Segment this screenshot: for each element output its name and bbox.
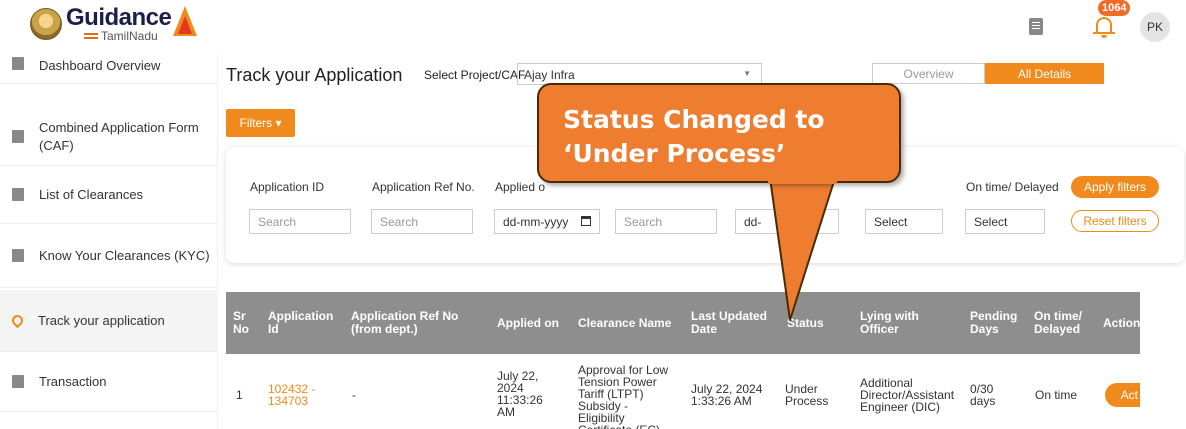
cell-applied-on: July 22, 2024 11:33:26 AM [497, 369, 543, 419]
filter-label-ref-no: Application Ref No. [372, 180, 475, 194]
calendar-icon[interactable] [581, 216, 591, 226]
bell-icon[interactable] [1093, 14, 1115, 38]
guidance-logo[interactable]: Guidance TamilNadu [30, 4, 198, 43]
col-applied-on: Applied on [497, 316, 559, 330]
cell-ref-no: - [352, 388, 356, 402]
avatar[interactable]: PK [1140, 12, 1170, 42]
notification-badge: 1064 [1098, 0, 1131, 16]
cell-officer: Additional Director/Assistant Engineer (… [860, 376, 955, 414]
dashboard-icon [12, 57, 24, 70]
location-pin-icon [9, 312, 26, 329]
page-title: Track your Application [226, 65, 403, 85]
sidebar-item-track[interactable]: Track your application [0, 290, 218, 352]
emblem-icon [30, 8, 62, 40]
sidebar-item-clearances[interactable]: List of Clearances [0, 166, 218, 224]
sidebar-item-dashboard[interactable]: Dashboard Overview [0, 54, 218, 84]
col-officer: Lying with Officer [860, 309, 919, 336]
filter-applied-on-date[interactable]: dd-mm-yyyy [494, 209, 600, 234]
flame-icon [173, 6, 198, 36]
col-action: Action [1103, 317, 1140, 330]
top-header: Guidance TamilNadu 1064 PK [0, 0, 1186, 54]
book-icon [12, 249, 24, 262]
filter-ontime-select[interactable]: Select [965, 209, 1045, 234]
filter-label-app-id: Application ID [250, 180, 325, 194]
reset-filters-button[interactable]: Reset filters [1071, 210, 1159, 232]
callout-line-2: ‘Under Process’ [563, 139, 786, 168]
tab-overview[interactable]: Overview [872, 63, 985, 84]
col-sr-no: Sr No [233, 309, 249, 336]
filter-app-id-input[interactable]: Search [249, 209, 351, 234]
filters-button[interactable]: Filters ▾ [226, 109, 295, 137]
action-button[interactable]: Act [1105, 383, 1140, 407]
cell-status: Under Process [785, 382, 829, 408]
logo-subtitle: TamilNadu [101, 29, 158, 43]
col-pending-days: Pending Days [970, 309, 1018, 336]
col-application-id: Application Id [268, 309, 334, 336]
filter-status-select[interactable]: Select [865, 209, 943, 234]
col-clearance-name: Clearance Name [578, 316, 672, 330]
document-icon [12, 130, 24, 143]
filter-last-updated-date[interactable]: dd- [735, 209, 839, 234]
filter-ref-no-input[interactable]: Search [371, 209, 473, 234]
cell-pending-days: 0/30 days [970, 382, 996, 408]
filter-label-ontime: On time/ Delayed [966, 180, 1059, 194]
logo-title: Guidance [66, 4, 172, 31]
cell-clearance-name: Approval for Low Tension Power Tariff (L… [578, 363, 669, 429]
cell-app-id-link[interactable]: 102432 - 134703 [268, 383, 328, 407]
filter-clearance-input[interactable]: Search [615, 209, 717, 234]
apply-filters-button[interactable]: Apply filters [1071, 176, 1159, 198]
filter-label-applied-on: Applied o [495, 180, 546, 194]
col-status: Status [787, 316, 824, 330]
chevron-down-icon: ▼ [743, 69, 751, 78]
cell-ontime: On time [1035, 388, 1078, 402]
transaction-icon [12, 375, 24, 388]
col-last-updated: Last Updated Date [691, 309, 768, 336]
cell-last-updated: July 22, 2024 1:33:26 AM [691, 382, 763, 408]
stripes-icon [84, 33, 98, 39]
cell-sr: 1 [236, 388, 243, 402]
list-icon [12, 188, 24, 201]
callout-text: Status Changed to ‘Under Process’ [563, 103, 825, 171]
tab-all-details[interactable]: All Details [985, 63, 1104, 84]
callout-line-1: Status Changed to [563, 105, 825, 134]
select-project-label: Select Project/CAF [424, 68, 526, 82]
sidebar-item-caf[interactable]: Combined Application Form (CAF) [0, 108, 218, 166]
sidebar-item-kyc[interactable]: Know Your Clearances (KYC) [0, 224, 218, 288]
document-icon[interactable] [1029, 18, 1043, 35]
project-select[interactable]: Ajay Infra ▼ [517, 63, 762, 85]
col-ontime: On time/ Delayed [1034, 309, 1083, 336]
sidebar-item-transaction[interactable]: Transaction [0, 352, 218, 412]
col-ref-no: Application Ref No (from dept.) [351, 309, 459, 336]
